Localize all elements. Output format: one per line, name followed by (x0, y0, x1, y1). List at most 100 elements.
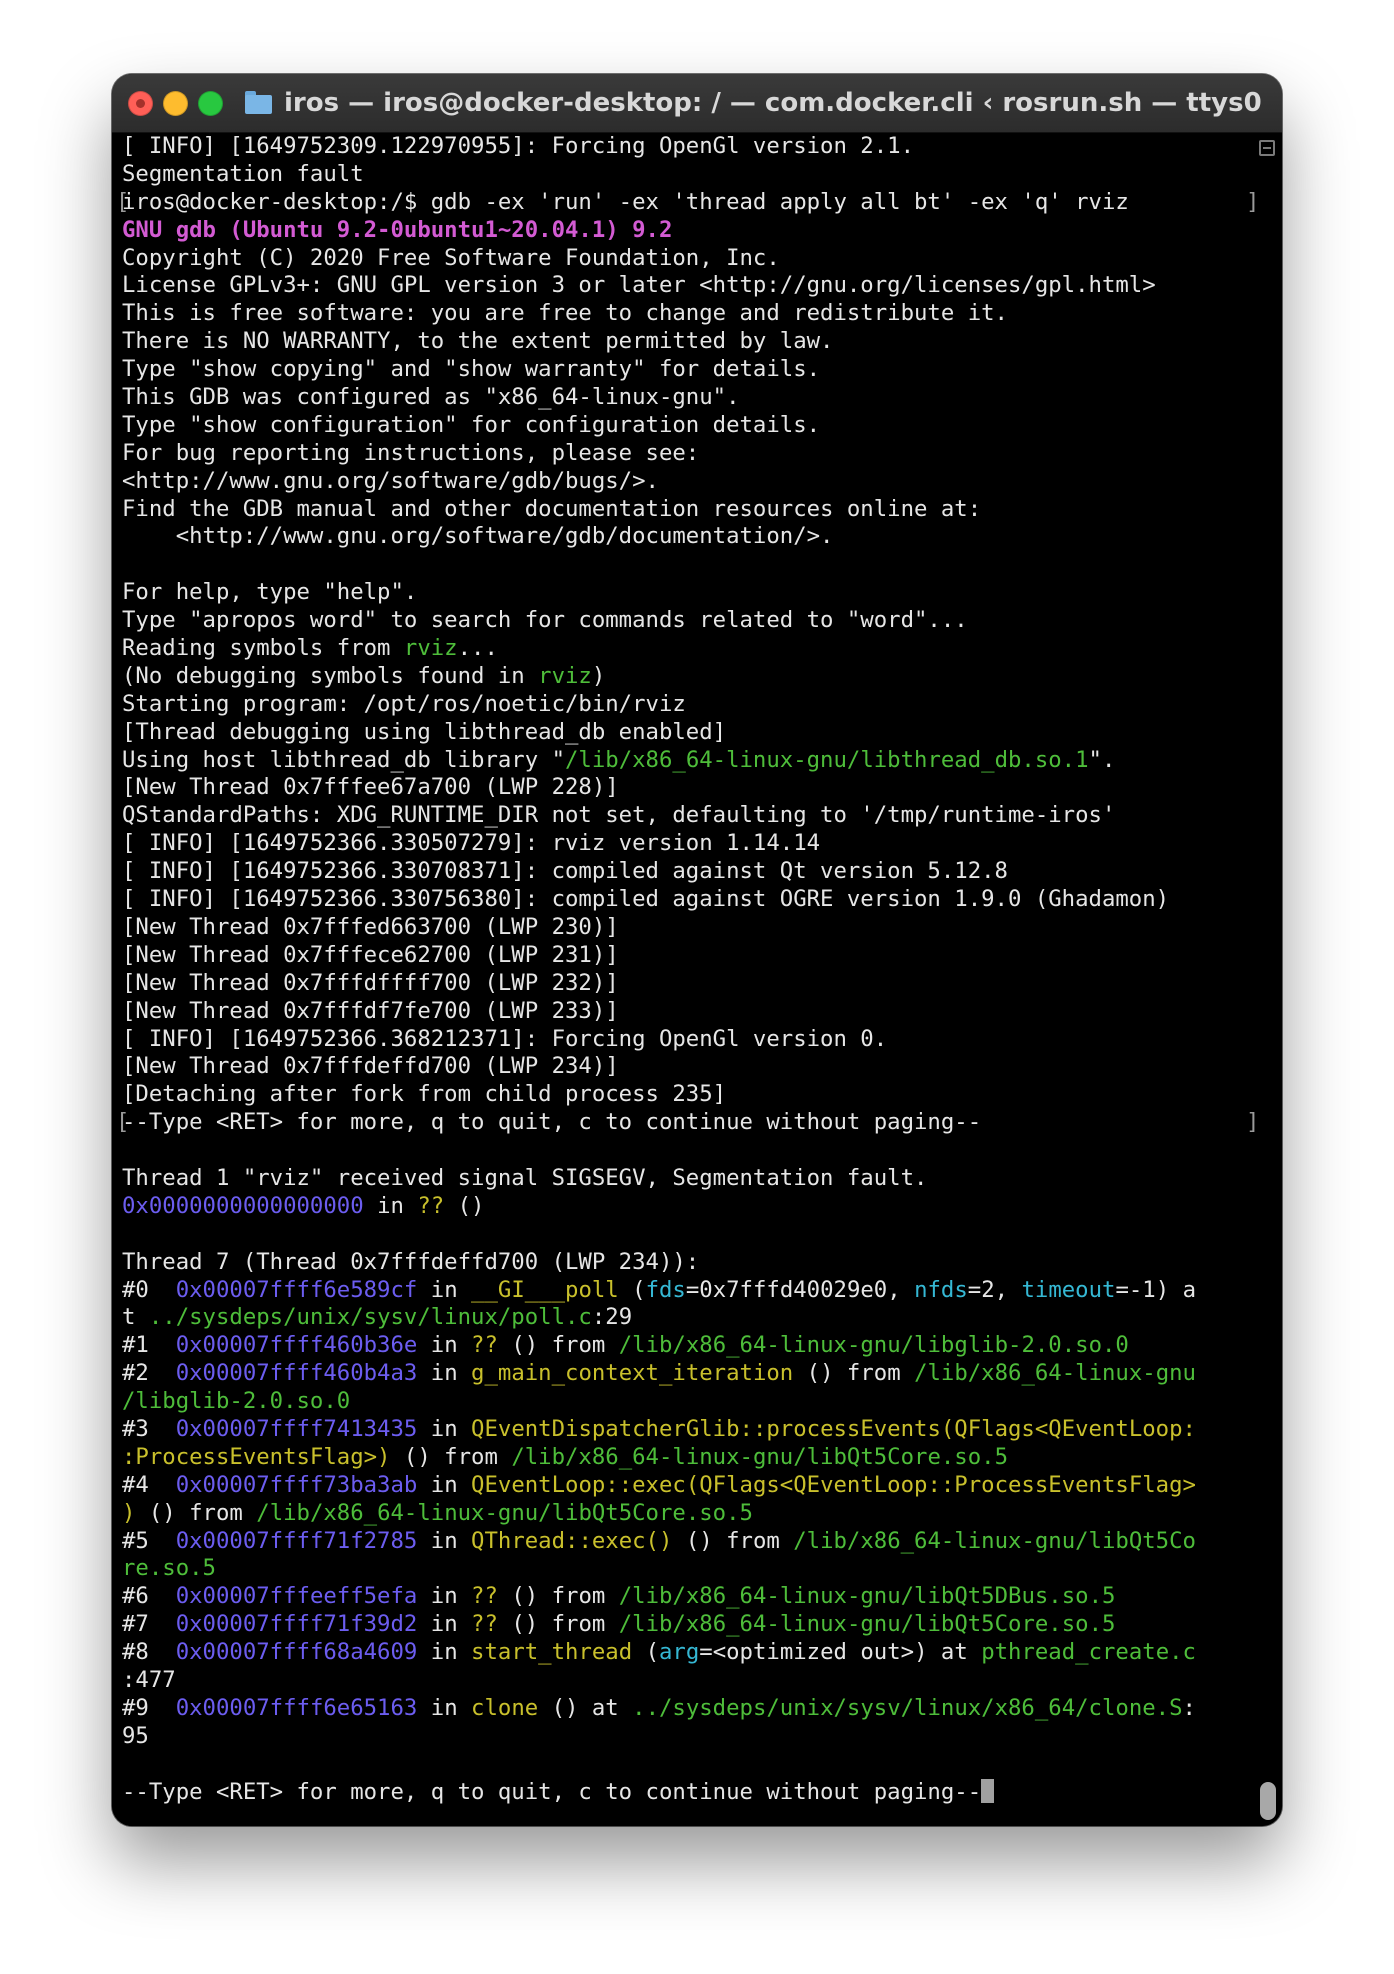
terminal-line: #0 0x00007ffff6e589cf in __GI___poll (fd… (122, 1277, 1232, 1305)
terminal-line: #5 0x00007ffff71f2785 in QThread::exec()… (122, 1528, 1232, 1556)
terminal-line: Type "show configuration" for configurat… (122, 412, 1232, 440)
text-segment: : (1182, 1694, 1196, 1721)
text-cursor (981, 1778, 995, 1803)
text-segment: 0x00007ffff6e589cf (175, 1276, 418, 1303)
text-segment: __GI___poll (471, 1276, 619, 1303)
text-segment: 0x0000000000000000 (122, 1192, 364, 1219)
maximize-button[interactable] (198, 91, 223, 116)
text-segment: in (417, 1694, 472, 1721)
text-segment: [Thread debugging using libthread_db ena… (122, 718, 727, 745)
text-segment: in (363, 1192, 418, 1219)
text-segment: Type "show copying" and "show warranty" … (122, 356, 821, 383)
text-segment: --Type <RET> for more, q to quit, c to c… (122, 1778, 982, 1805)
terminal-line: Find the GDB manual and other documentat… (122, 496, 1232, 524)
terminal-line: [] --Type <RET> for more, q to quit, c to… (116, 1109, 1259, 1137)
text-segment: QEventLoop::exec(QFlags<QEventLoop::Proc… (471, 1471, 1196, 1498)
terminal-line: [New Thread 0x7fffdffff700 (LWP 232)] (122, 970, 1232, 998)
text-segment: :477 (122, 1666, 176, 1693)
title-bar[interactable]: iros — iros@docker-desktop: / — com.dock… (112, 74, 1282, 133)
text-segment: clone (471, 1694, 539, 1721)
text-segment: timeout (1021, 1276, 1116, 1303)
text-segment: #6 (122, 1583, 176, 1610)
text-segment: Starting program: /opt/ros/noetic/bin/rv… (122, 690, 686, 717)
text-segment: :29 (591, 1304, 633, 1331)
terminal-line: 0x0000000000000000 in ?? () (122, 1193, 1232, 1221)
text-segment: [ INFO] [1649752366.330756380]: compiled… (122, 886, 1170, 913)
text-segment: ../sysdeps/unix/sysv/linux/poll.c (148, 1304, 592, 1331)
terminal-line: #9 0x00007ffff6e65163 in clone () at ../… (122, 1695, 1232, 1723)
text-segment: fds (645, 1276, 686, 1303)
text-segment: g_main_context_iteration (471, 1360, 794, 1387)
terminal-line: GNU gdb (Ubuntu 9.2-0ubuntu1~20.04.1) 9.… (122, 217, 1232, 245)
text-segment: ... (457, 635, 498, 662)
text-segment: 0x00007ffff71f2785 (175, 1527, 418, 1554)
text-segment: ( (618, 1276, 646, 1303)
text-segment: [ INFO] [1649752366.330507279]: rviz ver… (122, 830, 821, 857)
text-segment: For bug reporting instructions, please s… (122, 439, 700, 466)
text-segment: /lib/x86_64-linux-gnu/libthread_db.so.1 (565, 746, 1089, 773)
terminal-lines: [ INFO] [1649752309.122970955]: Forcing … (116, 133, 1259, 1807)
terminal-line: #4 0x00007ffff73ba3ab in QEventLoop::exe… (122, 1472, 1232, 1500)
text-segment: This GDB was configured as "x86_64-linux… (122, 384, 740, 411)
text-segment: QThread::exec() (471, 1527, 673, 1554)
text-segment: =<optimized out>) at (699, 1639, 982, 1666)
scrollbar[interactable] (1256, 133, 1280, 1826)
text-segment: <http://www.gnu.org/software/gdb/bugs/>. (122, 467, 659, 494)
text-segment: #5 (122, 1527, 176, 1554)
text-segment: ?? (471, 1583, 498, 1610)
terminal-line: --Type <RET> for more, q to quit, c to c… (122, 1778, 1232, 1807)
text-segment: #0 (122, 1276, 176, 1303)
terminal-output[interactable]: [ INFO] [1649752309.122970955]: Forcing … (112, 133, 1282, 1826)
terminal-line: :ProcessEventsFlag>) () from /lib/x86_64… (122, 1444, 1232, 1472)
terminal-line: Type "show copying" and "show warranty" … (122, 356, 1232, 384)
text-segment: ( (632, 1639, 659, 1666)
text-segment: :ProcessEventsFlag>) (122, 1443, 391, 1470)
text-segment: ) (122, 1499, 136, 1526)
text-segment: in (417, 1360, 472, 1387)
terminal-line: Type "apropos word" to search for comman… (122, 607, 1232, 635)
terminal-line: #8 0x00007ffff68a4609 in start_thread (a… (122, 1639, 1232, 1667)
text-segment: Type "apropos word" to search for comman… (122, 607, 968, 634)
terminal-line: [] iros@docker-desktop:/$ gdb -ex 'run' -… (116, 189, 1259, 217)
text-segment: [New Thread 0x7fffece62700 (LWP 231)] (122, 941, 619, 968)
text-segment: 0x00007fffeeff5efa (175, 1583, 418, 1610)
text-segment: in (417, 1276, 472, 1303)
text-segment: () from (497, 1332, 619, 1359)
text-segment: 0x00007ffff68a4609 (175, 1639, 418, 1666)
terminal-line: #1 0x00007ffff460b36e in ?? () from /lib… (122, 1332, 1232, 1360)
text-segment: For help, type "help". (122, 579, 418, 606)
terminal-line: re.so.5 (122, 1555, 1232, 1583)
folder-icon (245, 91, 272, 114)
text-segment: [New Thread 0x7fffee67a700 (LWP 228)] (122, 774, 619, 801)
text-segment: /libglib-2.0.so.0 (122, 1388, 351, 1415)
text-segment: GNU gdb (Ubuntu 9.2-0ubuntu1~20.04.1) 9.… (122, 216, 673, 243)
window-title: iros — iros@docker-desktop: / — com.dock… (284, 88, 1262, 118)
text-segment: Type "show configuration" for configurat… (122, 411, 821, 438)
text-segment: Thread 7 (Thread 0x7fffdeffd700 (LWP 234… (122, 1248, 700, 1275)
terminal-line: This GDB was configured as "x86_64-linux… (122, 384, 1232, 412)
text-segment: in (417, 1471, 472, 1498)
text-segment: --Type <RET> for more, q to quit, c to c… (122, 1109, 982, 1136)
text-segment: #2 (122, 1360, 176, 1387)
scroll-marker-icon[interactable] (1259, 140, 1275, 156)
text-segment: Copyright (C) 2020 Free Software Foundat… (122, 244, 780, 271)
close-button[interactable] (128, 91, 153, 116)
text-segment: License GPLv3+: GNU GPL version 3 or lat… (122, 272, 1156, 299)
text-segment: #1 (122, 1332, 176, 1359)
text-segment: arg (659, 1639, 700, 1666)
scrollbar-thumb[interactable] (1260, 1782, 1276, 1820)
text-segment: #9 (122, 1694, 176, 1721)
terminal-line: QStandardPaths: XDG_RUNTIME_DIR not set,… (122, 802, 1232, 830)
minimize-button[interactable] (163, 91, 188, 116)
text-segment: Segmentation fault (122, 160, 364, 187)
text-segment: Using host libthread_db library " (122, 746, 565, 773)
terminal-line: Segmentation fault (122, 161, 1232, 189)
line-mark-left: [ (116, 1109, 130, 1136)
text-segment: 0x00007ffff73ba3ab (175, 1471, 418, 1498)
text-segment: #8 (122, 1639, 176, 1666)
terminal-line: For bug reporting instructions, please s… (122, 440, 1232, 468)
text-segment: start_thread (471, 1639, 633, 1666)
text-segment: /lib/x86_64-linux-gnu/libQt5Core.so.5 (511, 1443, 1008, 1470)
